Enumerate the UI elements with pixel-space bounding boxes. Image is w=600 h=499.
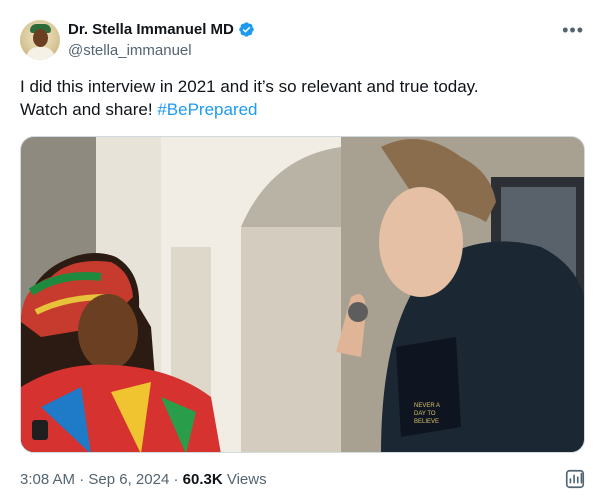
more-options-icon[interactable]: •••	[562, 20, 584, 41]
tweet-date[interactable]: Sep 6, 2024	[88, 471, 169, 488]
views-count: 60.3K	[182, 471, 223, 488]
video-frame-image: NEVER A DAY TO BELIEVE	[21, 137, 584, 452]
tweet-text-line2-prefix: Watch and share!	[20, 100, 158, 119]
author-name[interactable]: Dr. Stella Immanuel MD	[68, 21, 234, 38]
svg-text:BELIEVE: BELIEVE	[414, 419, 439, 425]
avatar[interactable]	[20, 20, 60, 60]
svg-text:DAY TO: DAY TO	[414, 411, 436, 417]
video-media[interactable]: NEVER A DAY TO BELIEVE	[20, 136, 585, 453]
hashtag-link[interactable]: #BePrepared	[157, 100, 257, 119]
video-badge-icon	[32, 420, 48, 440]
meta-separator: ·	[75, 471, 89, 488]
verified-badge-icon	[239, 22, 254, 37]
author-handle[interactable]: @stella_immanuel	[68, 42, 192, 59]
views-label: Views	[222, 471, 267, 488]
tweet-text: I did this interview in 2021 and it’s so…	[20, 75, 580, 121]
analytics-icon[interactable]	[564, 468, 586, 490]
author-name-row[interactable]: Dr. Stella Immanuel MD	[68, 21, 255, 38]
svg-text:NEVER A: NEVER A	[414, 403, 440, 409]
meta-separator: ·	[169, 471, 183, 488]
tweet-meta: 3:08 AM · Sep 6, 2024 · 60.3K Views	[20, 471, 267, 488]
tweet-text-line2: Watch and share! #BePrepared	[20, 98, 580, 121]
tweet-text-line1: I did this interview in 2021 and it’s so…	[20, 77, 479, 96]
tweet-time[interactable]: 3:08 AM	[20, 471, 75, 488]
